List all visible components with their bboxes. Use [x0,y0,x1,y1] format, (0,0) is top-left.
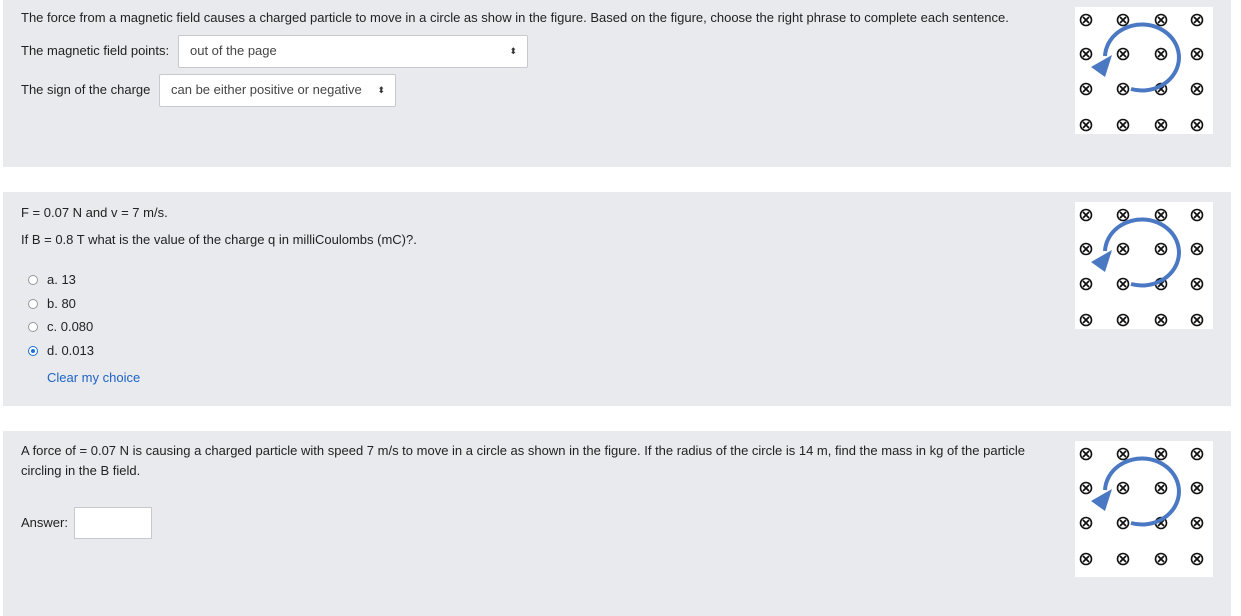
into-page-x-icon [1079,208,1093,222]
into-page-x-icon [1079,13,1093,27]
select-arrows-icon: ⬍ [377,85,385,95]
arrowhead-icon [1091,489,1112,511]
clear-choice-link[interactable]: Clear my choice [47,370,140,385]
into-page-x-icon [1116,13,1130,27]
field-direction-value: out of the page [190,43,277,58]
into-page-x-icon [1079,277,1093,291]
magnetic-field-figure [1075,7,1213,134]
option-d[interactable]: d. 0.013 [27,343,147,361]
option-label: a. 13 [47,272,76,287]
field-diagram [1079,13,1204,132]
into-page-x-icon [1116,516,1130,530]
field-direction-label: The magnetic field points: [21,43,170,58]
radio-button[interactable] [28,299,38,309]
option-label: b. 80 [47,296,76,311]
into-page-x-icon [1079,118,1093,132]
into-page-x-icon [1154,208,1168,222]
into-page-x-icon [1116,552,1130,566]
into-page-x-icon [1154,447,1168,461]
into-page-x-icon [1079,447,1093,461]
select-arrows-icon: ⬍ [509,46,517,56]
into-page-x-icon [1079,516,1093,530]
into-page-x-icon [1190,277,1204,291]
arrowhead-icon [1091,250,1112,272]
into-page-x-icon [1079,313,1093,327]
into-page-x-icon [1154,47,1168,61]
into-page-x-icon [1116,447,1130,461]
circular-path-arrow [1103,217,1181,288]
answer-label: Answer: [21,515,68,530]
field-diagram [1079,447,1204,566]
into-page-x-icon [1116,208,1130,222]
radio-button[interactable] [28,322,38,332]
magnetic-field-figure [1075,441,1213,577]
field-direction-select[interactable]: out of the page ⬍ [178,35,528,68]
into-page-x-icon [1079,481,1093,495]
question-3-panel: A force of = 0.07 N is causing a charged… [3,431,1231,616]
into-page-x-icon [1154,552,1168,566]
into-page-x-icon [1190,13,1204,27]
charge-sign-value: can be either positive or negative [171,82,362,97]
into-page-x-icon [1190,516,1204,530]
option-label: c. 0.080 [47,319,94,334]
into-page-x-icon [1190,208,1204,222]
option-a[interactable]: a. 13 [27,272,147,290]
question-2-prompt: If B = 0.8 T what is the value of the ch… [21,232,417,247]
into-page-x-icon [1190,447,1204,461]
into-page-x-icon [1190,313,1204,327]
circular-path-arrow [1103,456,1181,527]
into-page-x-icon [1079,47,1093,61]
into-page-x-icon [1116,277,1130,291]
into-page-x-icon [1079,552,1093,566]
radio-button-selected[interactable] [28,346,38,356]
into-page-x-icon [1154,13,1168,27]
charge-sign-label: The sign of the charge [21,82,151,97]
option-b[interactable]: b. 80 [27,296,147,314]
into-page-x-icon [1116,481,1130,495]
into-page-x-icon [1154,242,1168,256]
into-page-x-icon [1116,118,1130,132]
into-page-x-icon [1190,481,1204,495]
radio-button[interactable] [28,275,38,285]
option-label: d. 0.013 [47,343,94,358]
magnetic-field-figure [1075,202,1213,329]
question-1-panel: The force from a magnetic field causes a… [3,0,1231,167]
into-page-x-icon [1190,242,1204,256]
question-2-panel: F = 0.07 N and v = 7 m/s. If B = 0.8 T w… [3,192,1231,406]
arrowhead-icon [1091,55,1112,77]
into-page-x-icon [1116,47,1130,61]
question-2-given: F = 0.07 N and v = 7 m/s. [21,205,168,220]
charge-sign-select[interactable]: can be either positive or negative ⬍ [159,74,396,107]
into-page-x-icon [1190,118,1204,132]
into-page-x-icon [1154,481,1168,495]
into-page-x-icon [1116,82,1130,96]
into-page-x-icon [1190,82,1204,96]
question-3-prompt-cont: circling in the B field. [21,463,141,478]
answer-input[interactable] [74,507,152,539]
question-3-prompt: A force of = 0.07 N is causing a charged… [21,443,1026,458]
into-page-x-icon [1079,242,1093,256]
option-c[interactable]: c. 0.080 [27,319,147,337]
field-diagram [1079,208,1204,327]
into-page-x-icon [1154,313,1168,327]
into-page-x-icon [1190,47,1204,61]
question-1-prompt: The force from a magnetic field causes a… [21,10,1009,25]
circular-path-arrow [1103,22,1181,93]
into-page-x-icon [1116,313,1130,327]
into-page-x-icon [1079,82,1093,96]
into-page-x-icon [1116,242,1130,256]
into-page-x-icon [1190,552,1204,566]
into-page-x-icon [1154,118,1168,132]
